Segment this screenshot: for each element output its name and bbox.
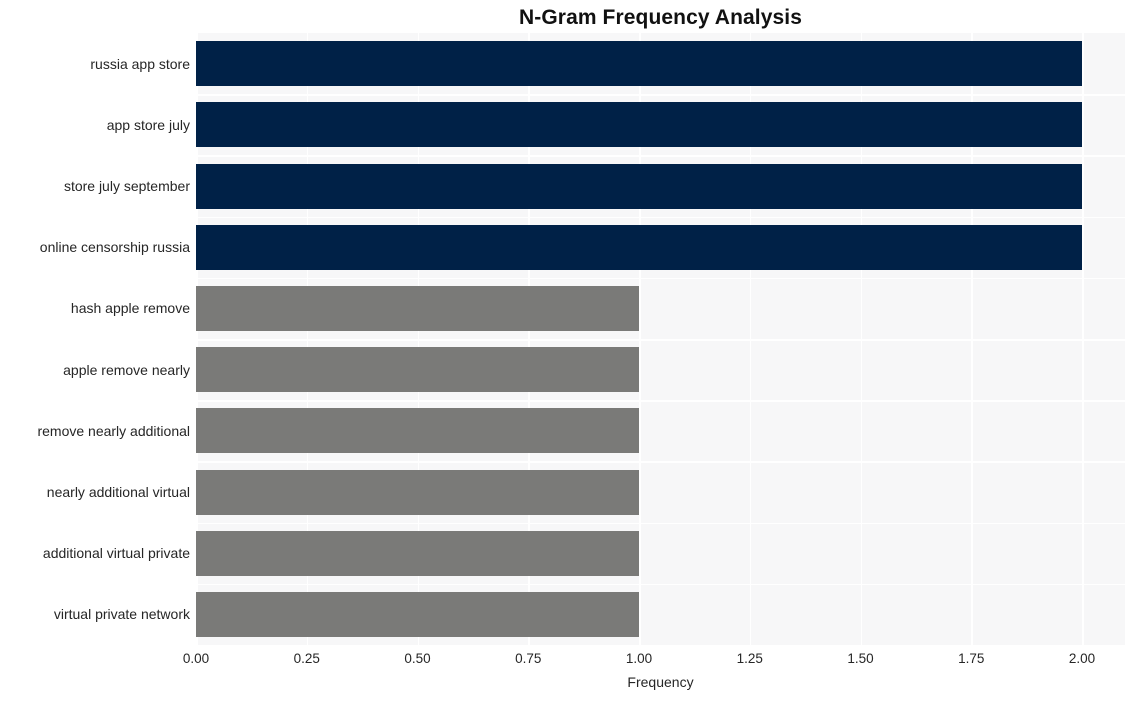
y-gridline: [196, 216, 1125, 219]
x-tick-label: 1.25: [736, 651, 763, 666]
x-tick-label: 0.00: [182, 651, 210, 666]
x-axis-label: Frequency: [627, 674, 694, 690]
chart-figure: N-Gram Frequency Analysis russia app sto…: [0, 0, 1136, 701]
y-tick-label: russia app store: [90, 55, 190, 72]
y-tick-label: hash apple remove: [70, 300, 190, 317]
y-tick-label: nearly additional virtual: [46, 484, 190, 500]
y-tick-label: apple remove nearly: [63, 361, 190, 378]
bar[interactable]: [196, 347, 639, 393]
bar[interactable]: [196, 530, 639, 576]
y-tick-label: online censorship russia: [39, 239, 190, 256]
y-gridline: [196, 461, 1125, 463]
bar[interactable]: [196, 163, 1082, 209]
x-tick-label: 1.50: [847, 651, 874, 666]
y-gridline: [196, 400, 1125, 402]
x-tick-label: 1.00: [625, 651, 653, 666]
bar[interactable]: [196, 591, 639, 637]
y-gridline: [196, 583, 1125, 586]
bar[interactable]: [196, 285, 639, 331]
plot-area: [196, 33, 1125, 645]
y-tick-label: store july september: [63, 178, 190, 194]
bar[interactable]: [196, 41, 1082, 87]
x-tick-label: 1.75: [958, 651, 985, 666]
x-tick-label: 2.00: [1068, 651, 1096, 666]
y-tick-label: app store july: [106, 116, 190, 133]
x-tick-label: 0.50: [404, 651, 431, 666]
bar[interactable]: [196, 469, 639, 515]
y-gridline: [196, 155, 1125, 157]
y-tick-label: additional virtual private: [42, 545, 190, 562]
y-tick-label: remove nearly additional: [37, 422, 190, 439]
chart-title: N-Gram Frequency Analysis: [519, 6, 802, 29]
bar[interactable]: [196, 102, 1082, 148]
y-gridline: [196, 94, 1125, 96]
y-gridline: [196, 277, 1125, 280]
bar[interactable]: [196, 408, 639, 454]
y-tick-label: virtual private network: [53, 606, 190, 623]
y-gridline: [196, 339, 1125, 341]
x-tick-label: 0.75: [515, 651, 542, 666]
x-tick-label: 0.25: [293, 651, 320, 666]
bar[interactable]: [196, 224, 1082, 270]
y-gridline: [196, 522, 1125, 525]
